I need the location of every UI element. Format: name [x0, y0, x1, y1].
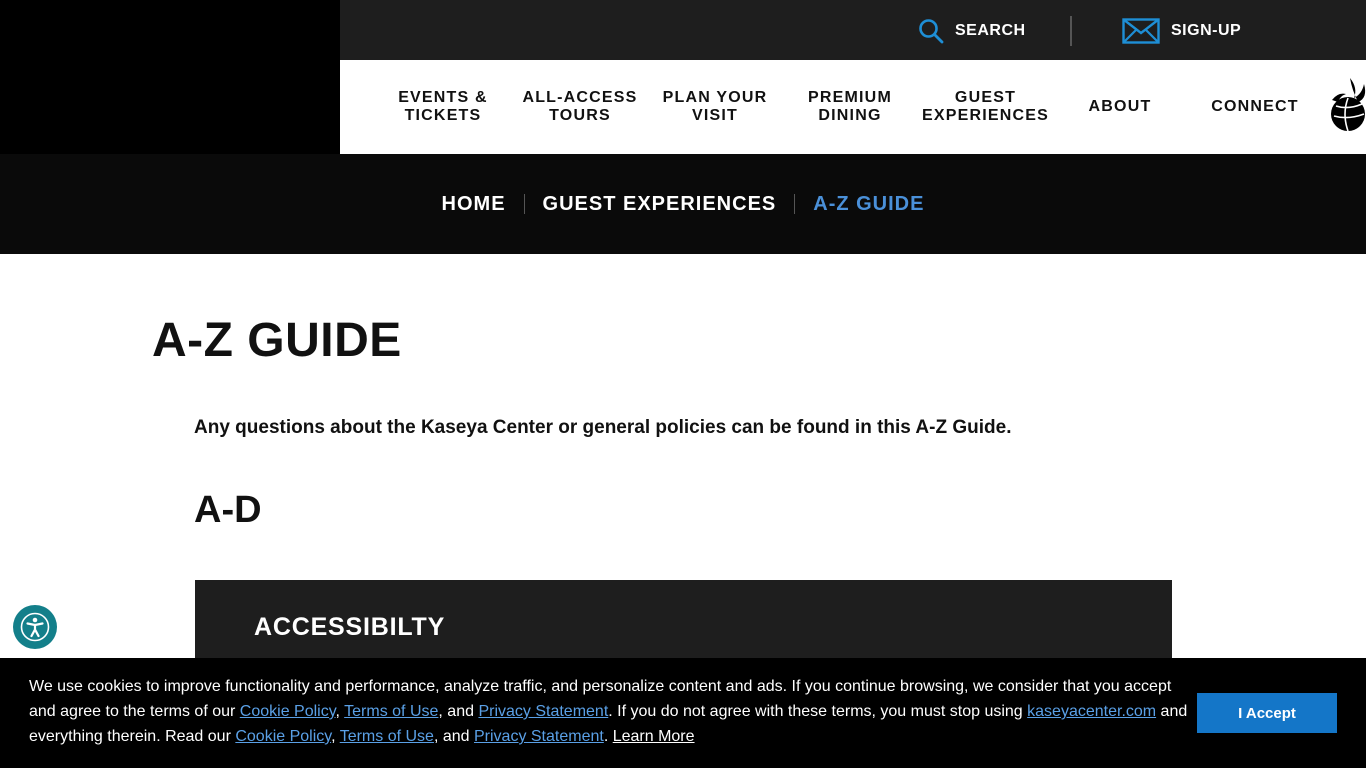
cookie-banner: We use cookies to improve functionality … [0, 658, 1366, 768]
utility-bar: SEARCH SIGN-UP [340, 0, 1366, 60]
terms-of-use-link[interactable]: Terms of Use [340, 728, 434, 745]
breadcrumb-home[interactable]: HOME [442, 193, 506, 216]
nav-events-tickets[interactable]: EVENTS & TICKETS [384, 60, 502, 154]
breadcrumb-separator [794, 194, 796, 214]
team-logo-icon[interactable] [1328, 76, 1366, 136]
signup-button[interactable]: SIGN-UP [1122, 17, 1241, 45]
intro-text: Any questions about the Kaseya Center or… [194, 417, 1012, 438]
learn-more-link[interactable]: Learn More [613, 728, 695, 745]
accessibility-button[interactable] [13, 605, 57, 649]
page-title: A-Z GUIDE [152, 314, 402, 367]
accessibility-icon [20, 612, 50, 642]
breadcrumb: HOME GUEST EXPERIENCES A-Z GUIDE [0, 154, 1366, 254]
privacy-statement-link[interactable]: Privacy Statement [474, 728, 604, 745]
site-logo-area[interactable] [0, 0, 340, 154]
cookie-text: . [603, 728, 613, 745]
breadcrumb-current: A-Z GUIDE [813, 192, 925, 215]
cookie-text: , and [438, 703, 479, 720]
section-heading: A-D [194, 489, 262, 531]
search-button[interactable]: SEARCH [918, 17, 1026, 45]
privacy-statement-link[interactable]: Privacy Statement [478, 703, 608, 720]
nav-all-access-tours[interactable]: ALL-ACCESS TOURS [516, 60, 644, 154]
accordion-title: ACCESSIBILTY [254, 613, 446, 641]
nav-about[interactable]: ABOUT [1080, 60, 1160, 154]
search-icon [919, 19, 944, 44]
cookie-policy-link[interactable]: Cookie Policy [240, 703, 336, 720]
cookie-text: , [335, 703, 345, 720]
site-link[interactable]: kaseyacenter.com [1027, 703, 1156, 720]
nav-premium-dining[interactable]: PREMIUM DINING [795, 60, 905, 154]
cookie-message: We use cookies to improve functionality … [29, 674, 1189, 749]
terms-of-use-link[interactable]: Terms of Use [344, 703, 438, 720]
nav-plan-your-visit[interactable]: PLAN YOUR VISIT [658, 60, 772, 154]
main-nav: EVENTS & TICKETS ALL-ACCESS TOURS PLAN Y… [340, 60, 1366, 154]
cookie-text: , [331, 728, 340, 745]
breadcrumb-guest-experiences[interactable]: GUEST EXPERIENCES [543, 193, 777, 216]
signup-label: SIGN-UP [1171, 22, 1242, 39]
breadcrumb-separator [523, 194, 525, 214]
envelope-icon [1122, 18, 1160, 44]
utility-divider [1070, 16, 1072, 46]
cookie-policy-link[interactable]: Cookie Policy [235, 728, 331, 745]
nav-connect[interactable]: CONNECT [1202, 60, 1308, 154]
accept-cookies-button[interactable]: I Accept [1197, 693, 1337, 733]
nav-guest-experiences[interactable]: GUEST EXPERIENCES [918, 60, 1053, 154]
cookie-text: . If you do not agree with these terms, … [608, 703, 1028, 720]
search-label: SEARCH [955, 22, 1026, 39]
cookie-text: , and [433, 728, 474, 745]
